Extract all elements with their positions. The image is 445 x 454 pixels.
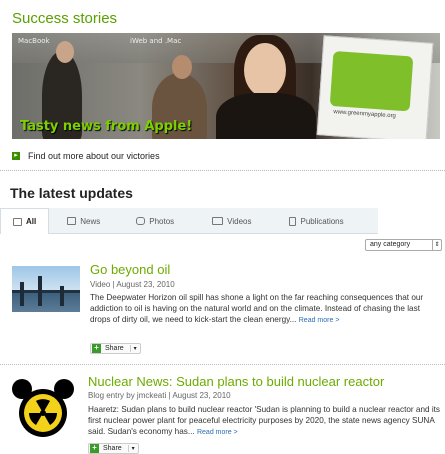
- read-more-link[interactable]: Read more >: [197, 429, 238, 436]
- banner-label-macbook: MacBook: [18, 37, 50, 45]
- item-body: The Deepwater Horizon oil spill has shon…: [90, 292, 442, 327]
- tab-photos[interactable]: Photos: [124, 208, 200, 234]
- item-thumbnail-nuclear[interactable]: [12, 377, 74, 439]
- updates-tabs: All News Photos Videos Publications: [0, 208, 378, 234]
- share-button[interactable]: + Share ▾: [88, 443, 139, 454]
- item-body: Haaretz: Sudan plans to build nuclear re…: [88, 404, 443, 439]
- item-body-text: The Deepwater Horizon oil spill has shon…: [90, 293, 424, 325]
- divider: [0, 364, 445, 365]
- select-arrows-icon: ⇕: [432, 240, 441, 250]
- poster-url: www.greenmyapple.org: [333, 109, 397, 120]
- share-button[interactable]: + Share ▾: [90, 343, 141, 354]
- tab-videos[interactable]: Videos: [200, 208, 277, 234]
- latest-updates-title: The latest updates: [10, 185, 133, 201]
- banner-woman-body: [216, 93, 316, 139]
- read-more-link[interactable]: Read more >: [299, 317, 340, 324]
- share-label: Share: [103, 445, 122, 452]
- plus-icon: +: [92, 344, 101, 353]
- category-select[interactable]: any category ⇕: [365, 239, 442, 251]
- banner-person-head: [172, 55, 192, 79]
- banner-tagline[interactable]: Tasty news from Apple!: [20, 119, 192, 134]
- plus-icon: +: [90, 444, 99, 453]
- document-icon: [289, 216, 297, 226]
- item-body-text: Haaretz: Sudan plans to build nuclear re…: [88, 405, 441, 437]
- tab-all[interactable]: All: [0, 208, 50, 234]
- tab-news[interactable]: News: [49, 208, 124, 234]
- news-icon: [67, 217, 77, 225]
- success-banner[interactable]: MacBook iWeb and .Mac www.greenmyapple.o…: [12, 33, 440, 139]
- share-label: Share: [105, 345, 124, 352]
- tab-photos-label: Photos: [149, 216, 175, 226]
- camera-icon: [136, 217, 146, 225]
- category-select-value: any category: [370, 241, 411, 248]
- banner-label-iweb: iWeb and .Mac: [130, 37, 182, 45]
- divider: [0, 170, 445, 171]
- item-title[interactable]: Go beyond oil: [90, 262, 170, 277]
- tab-videos-label: Videos: [227, 216, 252, 226]
- all-icon: [13, 217, 22, 226]
- item-thumbnail-oil[interactable]: [12, 266, 80, 312]
- thumb-rig: [38, 276, 42, 306]
- tab-news-label: News: [80, 216, 101, 226]
- victories-link-text[interactable]: Find out more about our victories: [28, 151, 160, 161]
- item-meta: Video | August 23, 2010: [90, 280, 175, 289]
- item-meta: Blog entry by jmckeati | August 23, 2010: [88, 391, 231, 400]
- tab-publications-label: Publications: [300, 216, 344, 226]
- thumb-rig: [20, 282, 24, 306]
- banner-woman-face: [244, 43, 286, 97]
- tab-all-label: All: [26, 217, 37, 226]
- tab-publications[interactable]: Publications: [277, 208, 355, 234]
- chevron-down-icon[interactable]: ▾: [129, 345, 140, 352]
- arrow-right-icon: ▸: [12, 152, 20, 160]
- success-stories-title: Success stories: [12, 10, 118, 27]
- banner-poster: www.greenmyapple.org: [316, 35, 434, 139]
- video-camera-icon: [212, 217, 224, 225]
- item-title[interactable]: Nuclear News: Sudan plans to build nucle…: [88, 374, 384, 389]
- thumb-rig: [60, 286, 64, 306]
- poster-graphic: [329, 51, 414, 112]
- victories-link[interactable]: ▸ Find out more about our victories: [12, 151, 160, 161]
- chevron-down-icon[interactable]: ▾: [127, 445, 138, 452]
- banner-person-head: [56, 41, 74, 63]
